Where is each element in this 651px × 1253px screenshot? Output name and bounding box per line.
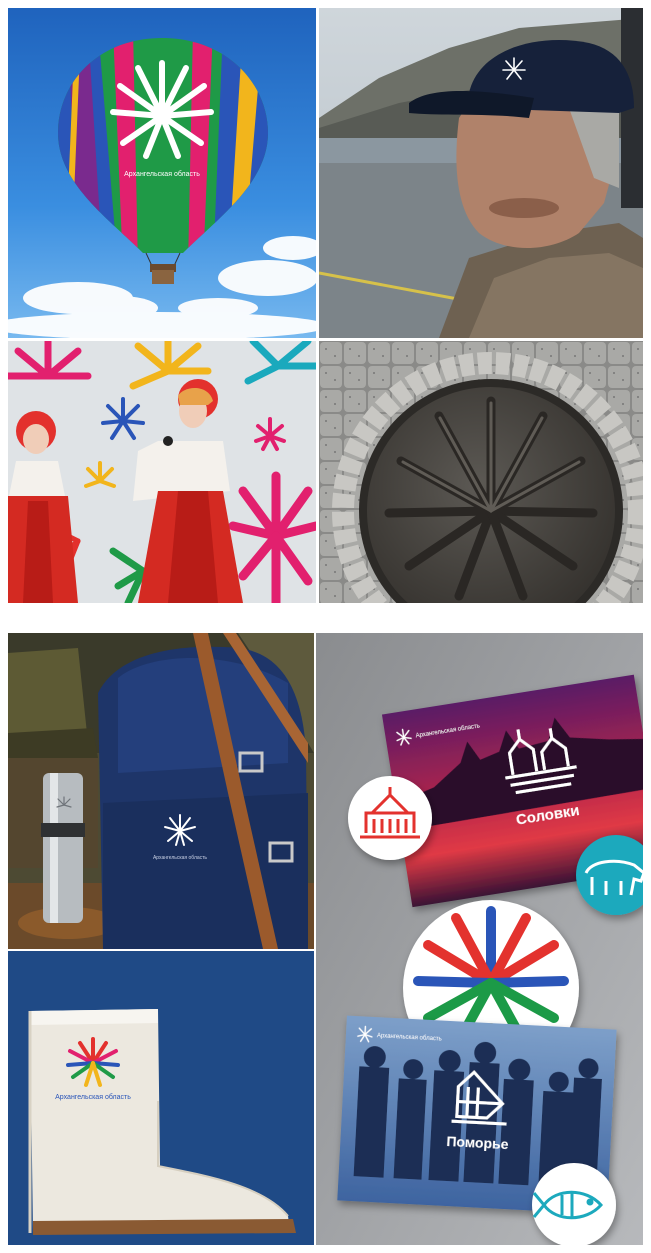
backpack-photo: Архангельская область [8,633,314,949]
folk-singers-photo [8,341,316,603]
man-with-cap-photo [319,8,643,338]
pomorye-card-title: Поморье [446,1133,509,1152]
balloon-logo-text: Архангельская область [124,170,200,178]
manhole-cover-photo [319,341,643,603]
fish-badge [532,1163,616,1245]
backpack-logo-text: Архангельская область [153,855,207,861]
balloon-photo: Архангельская область [8,8,316,338]
boot-logo-text: Архангельская область [55,1093,131,1101]
postcards-and-badges-photo: Архангельская область Соловки Архангельс… [316,633,643,1245]
felt-boot-photo: Архангельская область [8,951,314,1245]
temple-badge [348,776,432,860]
